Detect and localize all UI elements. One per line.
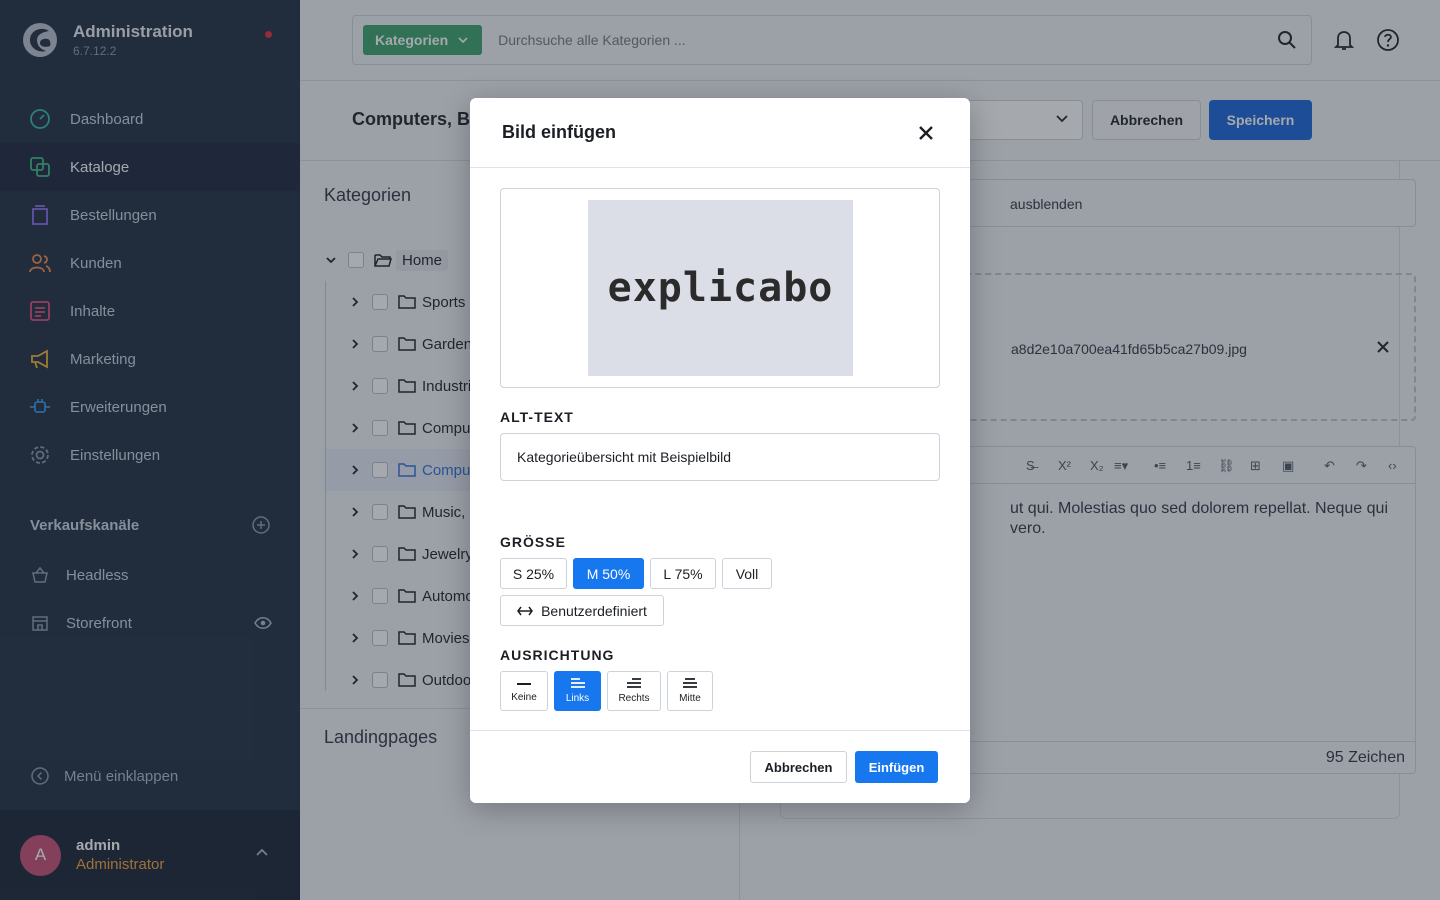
size-small-button[interactable]: S 25% bbox=[500, 558, 567, 589]
size-custom-button[interactable]: Benutzerdefiniert bbox=[500, 595, 664, 626]
close-icon[interactable] bbox=[917, 124, 935, 142]
preview-image-text: explicabo bbox=[607, 265, 834, 311]
image-preview: explicabo bbox=[500, 188, 940, 388]
modal-title: Bild einfügen bbox=[502, 122, 616, 142]
size-large-button[interactable]: L 75% bbox=[650, 558, 716, 589]
modal-header: Bild einfügen bbox=[470, 98, 970, 168]
align-left-button[interactable]: Links bbox=[554, 671, 601, 711]
align-right-label: Rechts bbox=[618, 693, 650, 704]
modal-footer: Abbrechen Einfügen bbox=[470, 730, 970, 803]
align-none-button[interactable]: Keine bbox=[500, 671, 548, 711]
size-label: GRÖSSE bbox=[500, 534, 566, 550]
align-right-icon bbox=[627, 678, 641, 688]
align-left-icon bbox=[570, 678, 585, 688]
modal-insert-button[interactable]: Einfügen bbox=[855, 751, 938, 783]
resize-horizontal-icon bbox=[517, 606, 534, 615]
align-center-button[interactable]: Mitte bbox=[667, 671, 713, 711]
insert-image-modal: Bild einfügen explicabo ALT-TEXT GRÖSSE … bbox=[470, 98, 970, 803]
alt-text-input[interactable] bbox=[500, 433, 940, 481]
align-none-icon bbox=[517, 683, 531, 685]
preview-image: explicabo bbox=[588, 200, 853, 376]
align-center-label: Mitte bbox=[679, 693, 701, 704]
align-right-button[interactable]: Rechts bbox=[607, 671, 661, 711]
align-left-label: Links bbox=[565, 693, 590, 704]
align-center-icon bbox=[683, 678, 697, 688]
alt-text-label: ALT-TEXT bbox=[500, 409, 574, 425]
custom-size-label: Benutzerdefiniert bbox=[541, 602, 647, 619]
size-medium-button[interactable]: M 50% bbox=[573, 558, 644, 589]
size-full-button[interactable]: Voll bbox=[722, 558, 772, 589]
align-none-label: Keine bbox=[511, 692, 537, 703]
alignment-label: AUSRICHTUNG bbox=[500, 647, 615, 663]
modal-cancel-button[interactable]: Abbrechen bbox=[750, 751, 847, 783]
